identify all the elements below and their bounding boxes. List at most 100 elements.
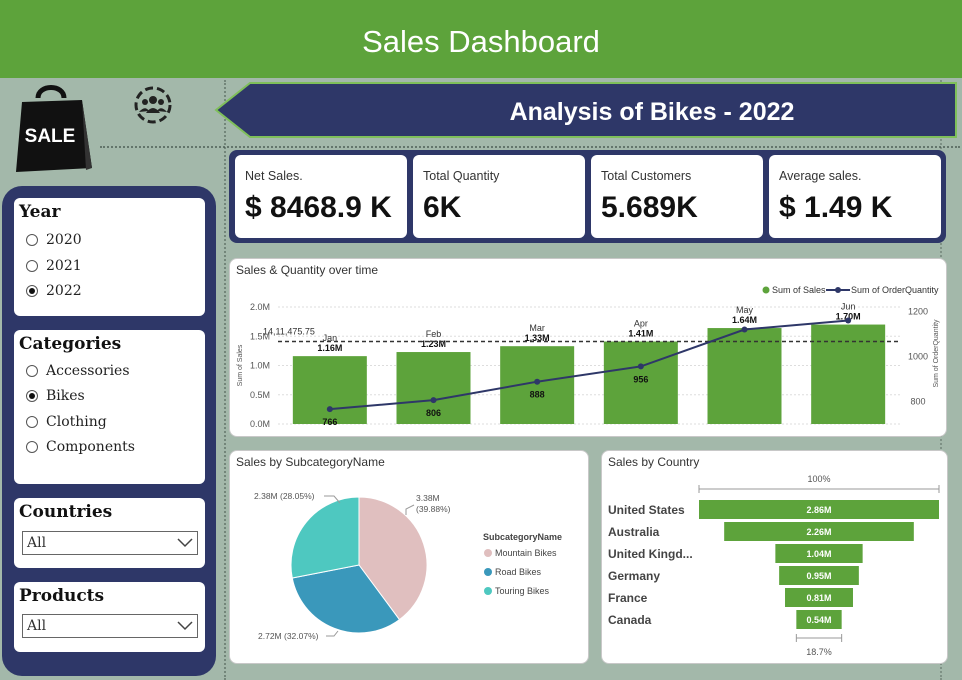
funnel-chart-svg: 100% United States 2.86M Australia 2.26M Unit… (608, 474, 940, 657)
slice-data-label: 3.38M (416, 493, 440, 503)
legend-marker-quantity-dot (835, 287, 841, 293)
x-tick-label: Jun (841, 302, 856, 312)
legend-label-sales: Sum of Sales (772, 285, 826, 295)
quantity-point (845, 317, 852, 324)
y-tick-label: 1.0M (250, 361, 270, 371)
subcategory-pie-chart[interactable]: Sales by SubcategoryName 3.38M (39.88%) 2.… (229, 450, 589, 664)
header-bar: Sales Dashboard (0, 0, 962, 78)
y2-tick-label: 800 (910, 397, 925, 407)
radio-icon (26, 365, 38, 377)
bar-data-label: 1.64M (732, 315, 757, 325)
year-option-2022[interactable]: 2022 (26, 283, 82, 299)
radio-selected-icon (26, 390, 38, 402)
year-option-2021[interactable]: 2021 (26, 258, 82, 274)
people-group-icon[interactable] (133, 85, 173, 125)
x-tick-label: Mar (529, 323, 545, 333)
dotted-guide (224, 80, 226, 680)
chevron-down-icon (177, 621, 193, 631)
countries-dropdown-value: All (27, 535, 47, 551)
banner-title: Analysis of Bikes - 2022 (509, 98, 795, 126)
bar-data-label: 1.16M (317, 343, 342, 353)
countries-dropdown[interactable]: All (22, 531, 198, 555)
kpi-value: $ 8468.9 K (245, 191, 392, 224)
radio-icon (26, 416, 38, 428)
quantity-point (534, 378, 541, 385)
kpi-label: Net Sales. (245, 169, 303, 183)
products-dropdown[interactable]: All (22, 614, 198, 638)
y-tick-label: 0.0M (250, 419, 270, 429)
dotted-guide (100, 146, 960, 148)
funnel-category-label: Germany (608, 569, 660, 583)
line-data-label: 806 (426, 408, 441, 418)
legend-label: Touring Bikes (495, 586, 550, 596)
slice-leader-line (405, 504, 415, 515)
y-tick-label: 2.0M (250, 302, 270, 312)
funnel-category-label: United Kingd... (608, 547, 693, 561)
radio-icon (26, 260, 38, 272)
sales-quantity-chart[interactable]: Sales & Quantity over time 0.0M 0.5M 1.0M 1… (229, 258, 947, 437)
radio-icon (26, 234, 38, 246)
kpi-card-average-sales: Average sales. $ 1.49 K (769, 155, 941, 238)
year-option-2020[interactable]: 2020 (26, 232, 82, 248)
quantity-point (741, 326, 748, 333)
legend-marker (484, 587, 492, 595)
svg-text:SALE: SALE (25, 126, 76, 147)
categories-slicer: Categories Accessories Bikes Clothing Co… (14, 330, 205, 484)
category-option-components[interactable]: Components (26, 439, 135, 455)
quantity-point (326, 406, 333, 413)
quantity-point (637, 363, 644, 370)
x-tick-label: May (736, 305, 754, 315)
legend-marker-sales (762, 286, 770, 294)
line-data-label: 888 (530, 390, 545, 400)
y2-tick-label: 1200 (908, 307, 928, 317)
bar-data-label: 1.23M (421, 339, 446, 349)
kpi-value: 5.689K (601, 191, 698, 224)
slice-data-label: (39.88%) (416, 504, 451, 514)
year-slicer-title: Year (19, 202, 61, 222)
legend-title: SubcategoryName (483, 532, 562, 542)
quantity-point (430, 397, 437, 404)
radio-selected-icon (26, 285, 38, 297)
categories-slicer-title: Categories (19, 334, 122, 354)
legend-label-quantity: Sum of OrderQuantity (851, 285, 939, 295)
countries-slicer-title: Countries (19, 502, 113, 522)
x-tick-label: Feb (426, 329, 442, 339)
bar-data-label: 1.41M (628, 329, 653, 339)
funnel-data-label: 0.95M (806, 571, 831, 581)
legend-marker (484, 549, 492, 557)
page-title: Sales Dashboard (362, 24, 600, 59)
kpi-card-net-sales: Net Sales. $ 8468.9 K (235, 155, 407, 238)
x-tick-label: Apr (634, 319, 648, 329)
slice-data-label: 2.38M (28.05%) (254, 491, 315, 501)
funnel-data-label: 0.81M (806, 593, 831, 603)
sales-bar (811, 324, 886, 424)
y-tick-label: 0.5M (250, 390, 270, 400)
category-option-accessories[interactable]: Accessories (26, 363, 130, 379)
slice-leader-line (326, 630, 339, 637)
category-option-clothing[interactable]: Clothing (26, 414, 107, 430)
products-slicer: Products All (14, 582, 205, 652)
chevron-down-icon (177, 538, 193, 548)
slice-data-label: 2.72M (32.07%) (258, 631, 319, 641)
funnel-category-label: Australia (608, 525, 660, 539)
sales-bar (500, 346, 575, 424)
y2-axis-title: Sum of OrderQuantity (933, 319, 940, 388)
kpi-card-total-customers: Total Customers 5.689K (591, 155, 763, 238)
category-option-bikes[interactable]: Bikes (26, 388, 85, 404)
legend-label: Road Bikes (495, 567, 542, 577)
country-funnel-chart[interactable]: Sales by Country 100% United States 2.86M A… (601, 450, 948, 664)
funnel-category-label: United States (608, 503, 685, 517)
funnel-category-label: Canada (608, 613, 652, 627)
y2-tick-label: 1000 (908, 352, 928, 362)
line-data-label: 956 (633, 374, 648, 384)
funnel-data-label: 2.86M (806, 505, 831, 515)
sale-bag-icon: SALE (12, 82, 94, 174)
funnel-category-label: France (608, 591, 648, 605)
products-dropdown-value: All (27, 618, 47, 634)
legend-label: Mountain Bikes (495, 548, 557, 558)
products-slicer-title: Products (19, 586, 105, 606)
funnel-data-label: 1.04M (806, 549, 831, 559)
funnel-bottom-percent: 18.7% (806, 647, 832, 657)
combo-chart-svg: 0.0M0.5M1.0M1.5M2.0M80010001200Sum of Sa… (237, 285, 940, 429)
kpi-label: Average sales. (779, 169, 862, 183)
